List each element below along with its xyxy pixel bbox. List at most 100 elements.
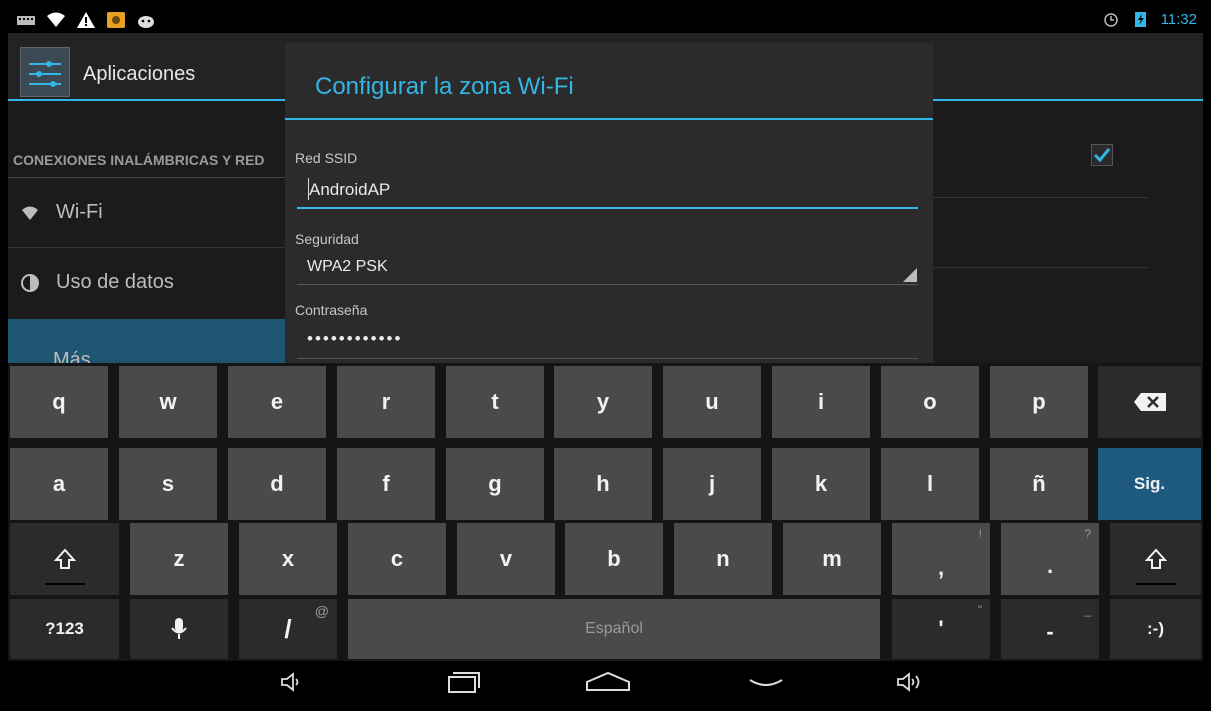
- key-z[interactable]: z: [130, 523, 228, 595]
- password-underline: [297, 358, 918, 359]
- clock: 11:32: [1160, 10, 1197, 28]
- key-b[interactable]: b: [565, 523, 663, 595]
- next-key[interactable]: Sig.: [1098, 448, 1201, 520]
- key-q[interactable]: q: [10, 366, 108, 438]
- key-l[interactable]: l: [881, 448, 979, 520]
- item-divider: [933, 197, 1148, 198]
- ssid-label: Red SSID: [295, 150, 358, 166]
- security-underline: [297, 284, 918, 285]
- key-i[interactable]: i: [772, 366, 870, 438]
- password-label: Contraseña: [295, 302, 368, 318]
- hide-keyboard-button[interactable]: [741, 665, 791, 699]
- battery-charging-icon: [1134, 12, 1146, 27]
- key-o[interactable]: o: [881, 366, 979, 438]
- key-w[interactable]: w: [119, 366, 217, 438]
- key-shift-left[interactable]: [10, 523, 119, 595]
- screen: 11:32 Aplicaciones CONEXIONES INALÁMBRIC…: [8, 8, 1203, 703]
- keyboard-icon: [17, 16, 35, 25]
- shift-icon: [53, 548, 76, 569]
- key-j[interactable]: j: [663, 448, 761, 520]
- settings-item-label: Wi-Fi: [56, 201, 103, 223]
- settings-item-wifi[interactable]: Wi-Fi: [8, 179, 288, 247]
- key-n[interactable]: n: [674, 523, 772, 595]
- settings-item-data-usage[interactable]: Uso de datos: [8, 249, 288, 317]
- android-icon: [138, 16, 154, 28]
- recent-apps-button[interactable]: [436, 665, 486, 699]
- settings-item-label: Uso de datos: [56, 271, 174, 293]
- status-bar: 11:32: [8, 8, 1203, 33]
- space-key[interactable]: Español: [348, 599, 880, 659]
- settings-app-icon[interactable]: [20, 47, 70, 97]
- key-p[interactable]: p: [990, 366, 1088, 438]
- symbols-key[interactable]: ?123: [10, 599, 119, 659]
- key-e[interactable]: e: [228, 366, 326, 438]
- apostrophe-key[interactable]: ' ": [892, 599, 990, 659]
- volume-down-icon: [281, 672, 299, 692]
- dialog-title-divider: [285, 118, 933, 120]
- key-d[interactable]: d: [228, 448, 326, 520]
- slash-key-label: /: [284, 613, 292, 644]
- shift-icon: [1144, 548, 1167, 569]
- backspace-icon: [1133, 393, 1166, 411]
- key-backspace[interactable]: [1098, 366, 1201, 438]
- sliders-icon: [29, 61, 61, 87]
- wifi-hotspot-dialog: Configurar la zona Wi-Fi Red SSID Androi…: [285, 43, 933, 363]
- key-y[interactable]: y: [554, 366, 652, 438]
- key-k[interactable]: k: [772, 448, 870, 520]
- navigation-bar: [8, 661, 1203, 703]
- section-header: CONEXIONES INALÁMBRICAS Y RED: [13, 152, 265, 168]
- key-n-tilde[interactable]: ñ: [990, 448, 1088, 520]
- key-s[interactable]: s: [119, 448, 217, 520]
- wifi-icon: [22, 206, 38, 220]
- ssid-input[interactable]: AndroidAP: [309, 180, 390, 200]
- ssid-underline: [297, 207, 918, 209]
- security-select[interactable]: WPA2 PSK: [307, 258, 388, 276]
- data-usage-icon: [21, 274, 39, 292]
- key-shift-right[interactable]: [1110, 523, 1201, 595]
- smiley-key[interactable]: :-): [1110, 599, 1201, 659]
- dash-key-label: -: [1046, 619, 1054, 644]
- home-icon: [586, 671, 630, 691]
- dash-key[interactable]: - _: [1001, 599, 1099, 659]
- key-f[interactable]: f: [337, 448, 435, 520]
- settings-checkbox[interactable]: [1091, 144, 1113, 166]
- key-m[interactable]: m: [783, 523, 881, 595]
- password-input[interactable]: ••••••••••••: [307, 329, 402, 349]
- home-button[interactable]: [583, 665, 633, 699]
- key-v[interactable]: v: [457, 523, 555, 595]
- section-divider: [8, 177, 288, 178]
- key-comma-label: ,: [937, 555, 945, 580]
- key-g[interactable]: g: [446, 448, 544, 520]
- voice-input-key[interactable]: [130, 599, 228, 659]
- key-x[interactable]: x: [239, 523, 337, 595]
- key-period[interactable]: . ?: [1001, 523, 1099, 595]
- key-c[interactable]: c: [348, 523, 446, 595]
- alarm-icon: [1103, 13, 1118, 27]
- slash-key[interactable]: / @: [239, 599, 337, 659]
- hide-keyboard-icon: [749, 679, 783, 686]
- key-comma-hint: !: [978, 527, 982, 541]
- security-label: Seguridad: [295, 231, 359, 247]
- key-period-label: .: [1046, 553, 1054, 578]
- shift-indicator: [44, 583, 85, 585]
- key-u[interactable]: u: [663, 366, 761, 438]
- app-notification-icon: [107, 12, 125, 28]
- check-icon: [1093, 148, 1111, 163]
- key-period-hint: ?: [1084, 527, 1091, 541]
- key-r[interactable]: r: [337, 366, 435, 438]
- volume-up-icon: [897, 672, 920, 692]
- key-a[interactable]: a: [10, 448, 108, 520]
- warning-icon: [77, 12, 95, 28]
- key-t[interactable]: t: [446, 366, 544, 438]
- slash-key-hint: @: [314, 603, 329, 619]
- soft-keyboard: q w e r t y u i o p a s d f g h j k l ñ …: [8, 363, 1203, 661]
- key-comma[interactable]: , !: [892, 523, 990, 595]
- apostrophe-key-hint: ": [977, 603, 982, 617]
- space-key-label: Español: [585, 620, 643, 637]
- volume-down-button[interactable]: [266, 665, 316, 699]
- key-h[interactable]: h: [554, 448, 652, 520]
- item-divider: [8, 247, 288, 248]
- wifi-icon: [47, 12, 65, 27]
- apostrophe-key-label: ': [938, 616, 944, 641]
- volume-up-button[interactable]: [885, 665, 935, 699]
